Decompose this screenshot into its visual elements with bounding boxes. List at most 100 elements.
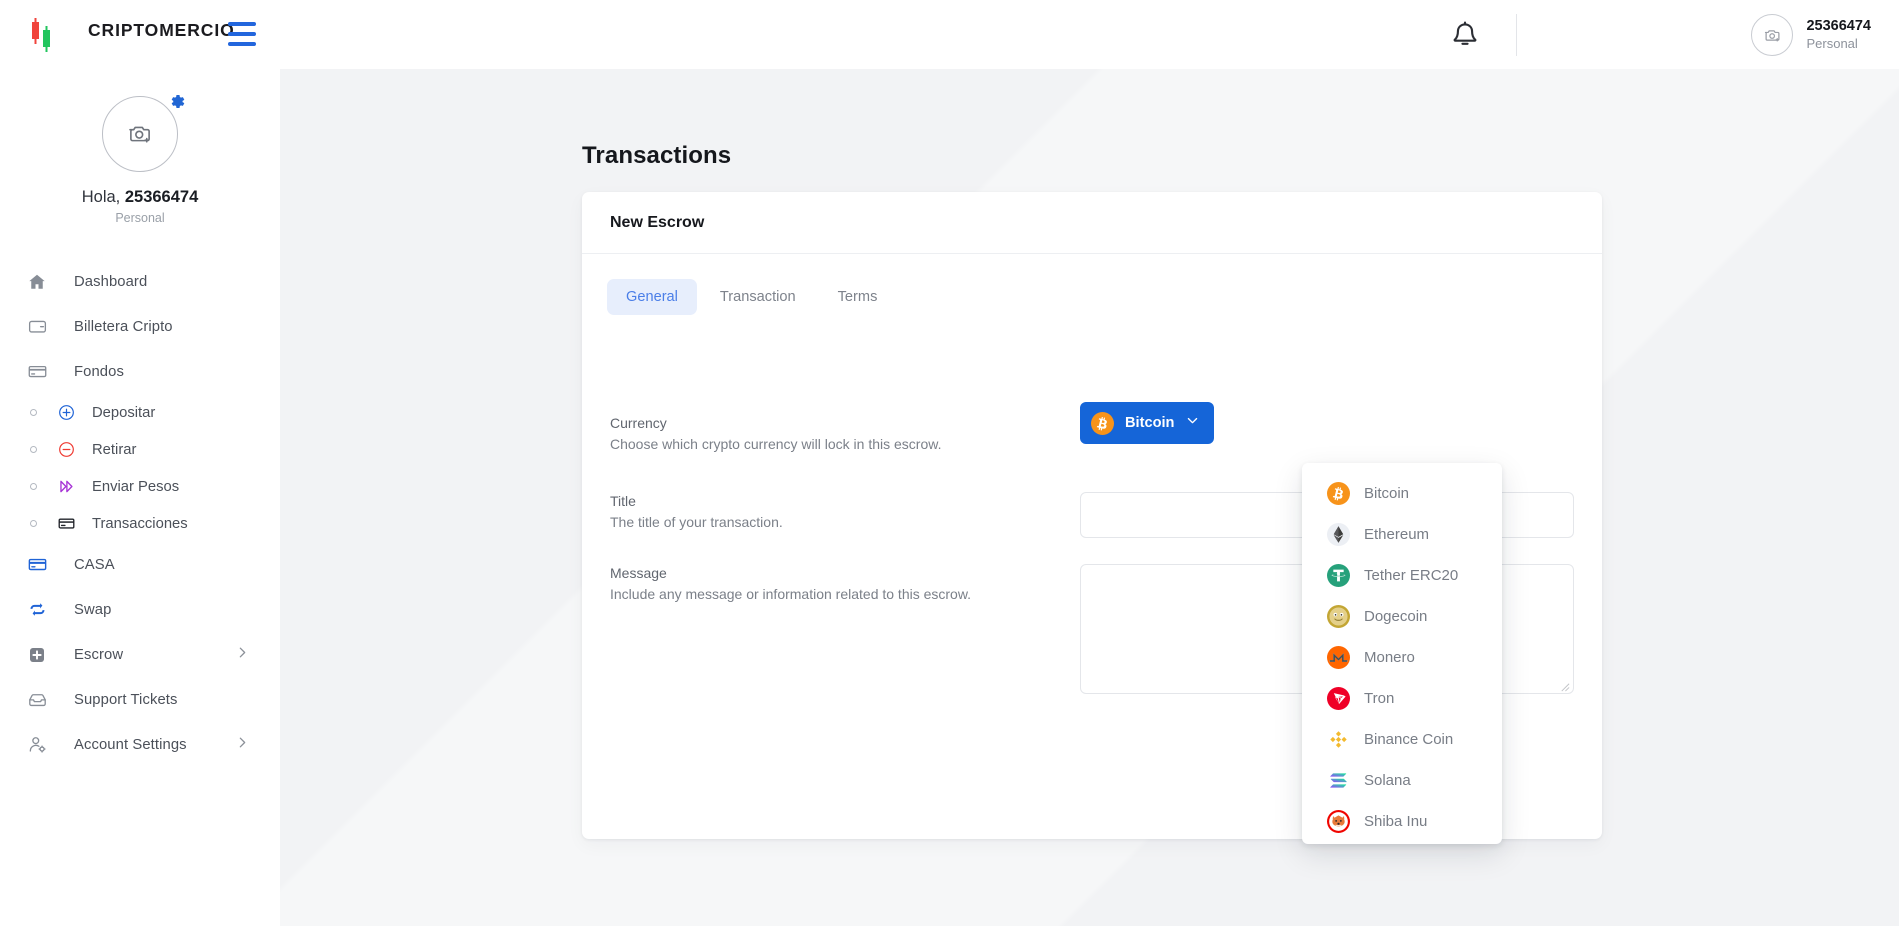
tab-transaction[interactable]: Transaction bbox=[701, 279, 815, 315]
greeting: Hola, 25366474 bbox=[0, 188, 280, 207]
dropdown-option-monero[interactable]: Monero bbox=[1302, 637, 1502, 678]
bitcoin-icon bbox=[1091, 412, 1114, 435]
currency-select-label: Bitcoin bbox=[1125, 415, 1174, 431]
minus-circle-icon bbox=[54, 438, 78, 462]
page-title: Transactions bbox=[582, 142, 731, 170]
field-description: Include any message or information relat… bbox=[610, 585, 1040, 604]
sidebar-item-label: Retirar bbox=[92, 442, 136, 458]
gear-icon[interactable] bbox=[166, 91, 187, 112]
dropdown-option-label: Shiba Inu bbox=[1364, 813, 1427, 830]
sidebar-item-casa[interactable]: CASA bbox=[0, 542, 280, 587]
sidebar-item-label: Support Tickets bbox=[74, 692, 177, 708]
field-label: Title bbox=[610, 492, 1040, 511]
card-title: New Escrow bbox=[610, 214, 704, 232]
tab-terms[interactable]: Terms bbox=[819, 279, 897, 315]
sidebar-item-billetera-cripto[interactable]: Billetera Cripto bbox=[0, 304, 280, 349]
monero-icon bbox=[1327, 646, 1350, 669]
dropdown-option-label: Solana bbox=[1364, 772, 1411, 789]
brand-name[interactable]: CRIPTOMERCIO bbox=[88, 20, 235, 41]
sidebar: Hola, 25366474 Personal Dashboard Billet… bbox=[0, 69, 280, 926]
bullet-icon bbox=[30, 483, 37, 490]
field-currency-text: Currency Choose which crypto currency wi… bbox=[610, 414, 1040, 453]
sidebar-item-transacciones[interactable]: Transacciones bbox=[0, 505, 280, 542]
dropdown-option-bitcoin[interactable]: Bitcoin bbox=[1302, 473, 1502, 514]
sidebar-item-label: Swap bbox=[74, 602, 111, 618]
sidebar-item-label: CASA bbox=[74, 557, 115, 573]
account-role: Personal bbox=[1806, 36, 1871, 52]
dropdown-option-label: Monero bbox=[1364, 649, 1415, 666]
field-label: Message bbox=[610, 564, 1040, 583]
tab-bar: General Transaction Terms bbox=[582, 254, 1602, 315]
profile-avatar-wrap[interactable] bbox=[102, 96, 178, 172]
dropdown-option-tether-erc20[interactable]: Tether ERC20 bbox=[1302, 555, 1502, 596]
candlestick-logo-icon[interactable] bbox=[28, 18, 54, 52]
shiba-icon bbox=[1327, 810, 1350, 833]
home-icon bbox=[24, 269, 50, 295]
camera-add-icon bbox=[125, 119, 155, 149]
inbox-icon bbox=[24, 687, 50, 713]
dropdown-option-solana[interactable]: Solana bbox=[1302, 760, 1502, 801]
header-divider bbox=[1516, 14, 1517, 56]
dropdown-option-shiba-inu[interactable]: Shiba Inu bbox=[1302, 801, 1502, 842]
dropdown-option-binance-coin[interactable]: Binance Coin bbox=[1302, 719, 1502, 760]
swap-icon bbox=[24, 597, 50, 623]
card-blue-icon bbox=[24, 552, 50, 578]
field-currency: Currency Choose which crypto currency wi… bbox=[610, 414, 1574, 453]
sidebar-nav: Dashboard Billetera Cripto Fondos bbox=[0, 259, 280, 767]
sidebar-item-enviar-pesos[interactable]: Enviar Pesos bbox=[0, 468, 280, 505]
transactions-icon bbox=[54, 512, 78, 536]
dropdown-option-tron[interactable]: Tron bbox=[1302, 678, 1502, 719]
tab-general[interactable]: General bbox=[607, 279, 697, 315]
tron-icon bbox=[1327, 687, 1350, 710]
sidebar-item-support-tickets[interactable]: Support Tickets bbox=[0, 677, 280, 722]
sidebar-item-label: Account Settings bbox=[74, 737, 187, 753]
sidebar-item-label: Depositar bbox=[92, 405, 155, 421]
tether-icon bbox=[1327, 564, 1350, 587]
user-cog-icon bbox=[24, 732, 50, 758]
binance-icon bbox=[1327, 728, 1350, 751]
solana-icon bbox=[1327, 769, 1350, 792]
field-description: The title of your transaction. bbox=[610, 513, 1040, 532]
account-menu[interactable]: 25366474 Personal bbox=[1751, 13, 1871, 57]
sidebar-item-label: Escrow bbox=[74, 647, 123, 663]
sidebar-item-account-settings[interactable]: Account Settings bbox=[0, 722, 280, 767]
main-content: Transactions New Escrow General Transact… bbox=[280, 69, 1899, 926]
dropdown-option-ethereum[interactable]: Ethereum bbox=[1302, 514, 1502, 555]
currency-select-button[interactable]: Bitcoin bbox=[1080, 402, 1214, 444]
escrow-plus-icon bbox=[24, 642, 50, 668]
dropdown-option-dogecoin[interactable]: Dogecoin bbox=[1302, 596, 1502, 637]
chevron-down-icon bbox=[1185, 413, 1200, 433]
account-text: 25366474 Personal bbox=[1806, 18, 1871, 52]
bullet-icon bbox=[30, 409, 37, 416]
bullet-icon bbox=[30, 446, 37, 453]
sidebar-item-fondos[interactable]: Fondos bbox=[0, 349, 280, 394]
hamburger-menu-icon[interactable] bbox=[228, 22, 256, 46]
bell-icon[interactable] bbox=[1448, 18, 1482, 52]
dropdown-option-label: Binance Coin bbox=[1364, 731, 1453, 748]
sidebar-item-label: Dashboard bbox=[74, 274, 147, 290]
account-id: 25366474 bbox=[1806, 18, 1871, 36]
currency-dropdown[interactable]: Bitcoin Ethereum Tether E bbox=[1302, 463, 1502, 844]
sidebar-item-label: Transacciones bbox=[92, 516, 188, 532]
field-description: Choose which crypto currency will lock i… bbox=[610, 435, 1040, 454]
resize-grip-icon[interactable] bbox=[1559, 679, 1570, 690]
sidebar-item-dashboard[interactable]: Dashboard bbox=[0, 259, 280, 304]
dropdown-option-label: Bitcoin bbox=[1364, 485, 1409, 502]
ethereum-icon bbox=[1327, 523, 1350, 546]
chevron-right-icon[interactable] bbox=[234, 734, 250, 755]
plus-circle-icon bbox=[54, 401, 78, 425]
sidebar-item-label: Enviar Pesos bbox=[92, 479, 179, 495]
sidebar-item-retirar[interactable]: Retirar bbox=[0, 431, 280, 468]
sidebar-item-depositar[interactable]: Depositar bbox=[0, 394, 280, 431]
greeting-username: 25366474 bbox=[125, 188, 198, 206]
greeting-prefix: Hola, bbox=[82, 188, 125, 206]
field-title-text: Title The title of your transaction. bbox=[610, 492, 1040, 531]
field-message-text: Message Include any message or informati… bbox=[610, 564, 1040, 603]
avatar[interactable] bbox=[1751, 14, 1793, 56]
sidebar-item-escrow[interactable]: Escrow bbox=[0, 632, 280, 677]
camera-add-icon bbox=[1762, 25, 1783, 46]
sidebar-item-swap[interactable]: Swap bbox=[0, 587, 280, 632]
chevron-right-icon[interactable] bbox=[234, 644, 250, 665]
field-label: Currency bbox=[610, 414, 1040, 433]
fast-forward-icon bbox=[54, 475, 78, 499]
